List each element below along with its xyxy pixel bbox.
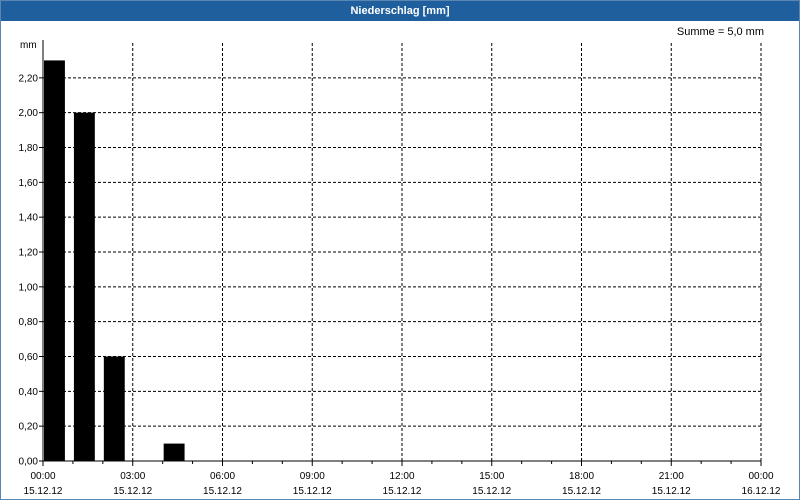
precipitation-bar xyxy=(103,356,125,461)
x-tick-time-label: 00:00 xyxy=(30,471,55,482)
precipitation-bar xyxy=(44,60,65,462)
x-tick-time-label: 18:00 xyxy=(569,471,594,482)
y-tick-label: 0,00 xyxy=(19,457,39,468)
y-tick-label: 0,80 xyxy=(19,317,39,328)
x-tick-date-label: 15.12.12 xyxy=(113,486,152,497)
x-tick-time-label: 09:00 xyxy=(300,471,325,482)
y-tick-label: 0,60 xyxy=(19,352,39,363)
y-tick-label: 2,00 xyxy=(19,108,39,119)
x-tick-time-label: 12:00 xyxy=(389,471,414,482)
precipitation-bar xyxy=(73,112,95,462)
precipitation-bar xyxy=(163,443,185,461)
x-tick-date-label: 15.12.12 xyxy=(562,486,601,497)
x-tick-date-label: 15.12.12 xyxy=(203,486,242,497)
x-tick-date-label: 15.12.12 xyxy=(24,486,63,497)
x-tick-date-label: 15.12.12 xyxy=(293,486,332,497)
x-tick-date-label: 15.12.12 xyxy=(383,486,422,497)
x-tick-time-label: 00:00 xyxy=(748,471,773,482)
y-tick-label: 1,40 xyxy=(19,213,39,224)
x-tick-time-label: 15:00 xyxy=(479,471,504,482)
x-tick-date-label: 15.12.12 xyxy=(472,486,511,497)
y-tick-label: 1,60 xyxy=(19,178,39,189)
y-tick-label: 1,00 xyxy=(19,282,39,293)
x-tick-date-label: 15.12.12 xyxy=(652,486,691,497)
y-tick-label: 2,20 xyxy=(19,73,39,84)
y-tick-label: 0,20 xyxy=(19,422,39,433)
x-tick-time-label: 03:00 xyxy=(120,471,145,482)
y-tick-label: 1,80 xyxy=(19,143,39,154)
x-tick-time-label: 06:00 xyxy=(210,471,235,482)
x-tick-date-label: 16.12.12 xyxy=(742,486,781,497)
x-tick-time-label: 21:00 xyxy=(659,471,684,482)
y-tick-label: 1,20 xyxy=(19,248,39,259)
y-tick-label: 0,40 xyxy=(19,387,39,398)
precipitation-chart: 0,00 0,20 0,40 0,60 0,80 1,00 1,20 1,40 1,60 1,80… xyxy=(19,40,781,497)
